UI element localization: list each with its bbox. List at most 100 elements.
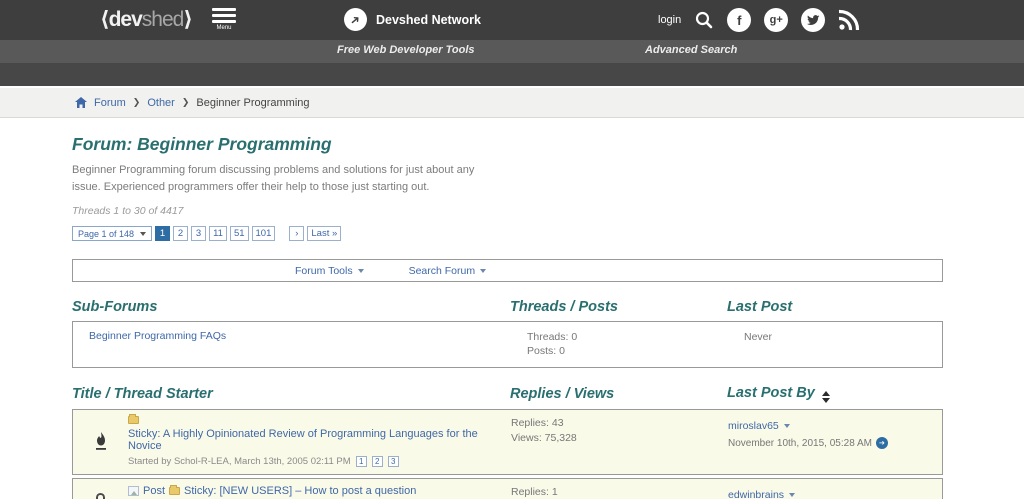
home-icon[interactable] xyxy=(75,97,87,108)
thread-last-post: miroslav65 November 10th, 2015, 05:28 AM… xyxy=(728,416,942,467)
subforum-row: Beginner Programming FAQs Threads: 0 Pos… xyxy=(72,321,943,368)
caret-down-icon xyxy=(357,268,364,273)
thread-title-link[interactable]: Sticky: A Highly Opinionated Review of P… xyxy=(128,414,511,452)
last-poster-name: miroslav65 xyxy=(728,420,779,432)
network-arrow-icon: ➜ xyxy=(344,8,367,31)
header-spacer-strip xyxy=(0,63,1024,88)
thread-last-post: edwinbrains May 26th, 2004, 03:10 PM ➔ xyxy=(728,485,942,499)
broken-image-icon xyxy=(128,486,139,496)
page-button-3[interactable]: 3 xyxy=(191,226,207,241)
page-button-11[interactable]: 11 xyxy=(209,226,227,241)
page-button-101[interactable]: 101 xyxy=(251,226,276,241)
subforum-last-post: Never xyxy=(744,331,773,343)
forum-tools-menu[interactable]: Forum Tools xyxy=(295,265,364,277)
thread-byline: Started by Schol-R-LEA, March 13th, 2005… xyxy=(128,456,511,467)
page-button-51[interactable]: 51 xyxy=(229,226,249,241)
lock-icon xyxy=(73,485,128,499)
thread-stats: Replies: 1 Views: 63,101 xyxy=(511,485,728,499)
hamburger-menu-icon[interactable]: Menu xyxy=(212,8,236,31)
facebook-icon[interactable]: f xyxy=(727,8,752,32)
logo-shed: shed xyxy=(141,8,185,31)
caret-down-icon xyxy=(480,268,487,273)
googleplus-icon[interactable]: g+ xyxy=(764,8,789,32)
caret-down-icon xyxy=(140,231,147,236)
menu-label: Menu xyxy=(216,25,232,31)
subforums-header-row: Sub-Forums Threads / Posts Last Post xyxy=(72,299,943,315)
page-button-2[interactable]: 2 xyxy=(173,226,189,241)
forum-description: Beginner Programming forum discussing pr… xyxy=(72,164,475,193)
chevron-right-icon: ❯ xyxy=(181,97,190,107)
breadcrumb-current: Beginner Programming xyxy=(196,96,310,109)
started-by-text: Started by Schol-R-LEA, March 13th, 2005… xyxy=(128,456,351,467)
thread-page-button[interactable]: 1 xyxy=(355,456,367,467)
page-button-1[interactable]: 1 xyxy=(155,226,171,241)
chevron-right-icon: ❯ xyxy=(132,97,141,107)
thread-row: Post Sticky: [NEW USERS] – How to post a… xyxy=(72,478,943,499)
hamburger-bar xyxy=(212,20,236,23)
twitter-icon[interactable] xyxy=(801,8,826,32)
search-forum-menu[interactable]: Search Forum xyxy=(409,265,487,277)
breadcrumb-other-link[interactable]: Other xyxy=(147,97,175,109)
subforum-threads-count: Threads: 0 xyxy=(527,331,578,343)
flame-icon xyxy=(73,416,128,467)
thread-title-text: Sticky: [NEW USERS] – How to post a ques… xyxy=(184,485,417,497)
subforums-heading: Sub-Forums xyxy=(72,299,158,315)
devshed-logo[interactable]: ⟨devshed⟩ xyxy=(100,7,193,32)
last-post-by-heading: Last Post By xyxy=(727,385,943,403)
thread-range-label: Threads 1 to 30 of 4417 xyxy=(72,205,184,217)
secondary-nav: Free Web Developer Tools Advanced Search xyxy=(0,40,1024,63)
threads-posts-heading: Threads / Posts xyxy=(510,299,618,315)
last-page-button[interactable]: Last » xyxy=(307,226,342,241)
hamburger-bar xyxy=(212,8,236,11)
caret-down-icon xyxy=(789,493,796,497)
next-page-button[interactable]: › xyxy=(289,226,305,241)
page-select-value: Page 1 of 148 xyxy=(78,228,135,239)
devshed-network-link[interactable]: ➜ Devshed Network xyxy=(344,8,481,31)
advanced-search-link[interactable]: Advanced Search xyxy=(645,44,737,56)
folder-icon xyxy=(128,414,139,424)
network-label: Devshed Network xyxy=(376,12,481,27)
thread-title-text: Sticky: A Highly Opinionated Review of P… xyxy=(128,428,478,452)
thread-stats: Replies: 43 Views: 75,328 xyxy=(511,416,728,467)
attachment-alt-text: Post xyxy=(143,485,166,497)
breadcrumb: Forum ❯ Other ❯ Beginner Programming xyxy=(0,88,1024,118)
page-title: Forum: Beginner Programming xyxy=(72,134,332,154)
thread-page-button[interactable]: 2 xyxy=(371,456,383,467)
search-forum-label: Search Forum xyxy=(408,264,476,277)
login-link[interactable]: login xyxy=(658,14,681,26)
views-count: Views: 75,328 xyxy=(511,431,577,444)
top-header: ⟨devshed⟩ Menu ➜ Devshed Network login f… xyxy=(0,0,1024,40)
last-post-date: November 10th, 2015, 05:28 AM xyxy=(728,437,872,449)
subforum-posts-count: Posts: 0 xyxy=(527,345,565,358)
forum-tools-label: Forum Tools xyxy=(295,264,353,277)
thread-title-link[interactable]: Post Sticky: [NEW USERS] – How to post a… xyxy=(128,485,511,497)
caret-down-icon xyxy=(783,424,790,428)
title-thread-starter-heading: Title / Thread Starter xyxy=(72,386,213,402)
last-poster-link[interactable]: miroslav65 xyxy=(728,420,790,432)
free-tools-link[interactable]: Free Web Developer Tools xyxy=(337,44,475,56)
thread-row: Sticky: A Highly Opinionated Review of P… xyxy=(72,409,943,475)
replies-views-heading: Replies / Views xyxy=(510,386,615,402)
page-select-dropdown[interactable]: Page 1 of 148 xyxy=(72,226,153,241)
last-poster-name: edwinbrains xyxy=(728,489,785,499)
search-icon[interactable] xyxy=(694,10,714,30)
thread-page-button[interactable]: 3 xyxy=(387,456,399,467)
logo-open: ⟨dev xyxy=(100,8,143,31)
last-poster-link[interactable]: edwinbrains xyxy=(728,489,796,499)
last-post-by-label: Last Post By xyxy=(727,385,815,401)
subforum-stats: Threads: 0 Posts: 0 xyxy=(527,330,744,367)
pagination: Page 1 of 148 1 2 3 11 51 101 › Last » xyxy=(72,226,943,241)
folder-icon xyxy=(169,485,181,495)
breadcrumb-forum-link[interactable]: Forum xyxy=(94,97,126,109)
hamburger-bar xyxy=(212,14,236,17)
replies-count: Replies: 43 xyxy=(511,417,564,429)
forum-toolbar: Forum Tools Search Forum xyxy=(72,259,943,282)
go-to-last-post-icon[interactable]: ➔ xyxy=(875,437,888,449)
sort-icon[interactable] xyxy=(821,391,830,403)
threads-header-row: Title / Thread Starter Replies / Views L… xyxy=(72,385,943,403)
last-post-heading: Last Post xyxy=(727,299,793,315)
replies-count: Replies: 1 xyxy=(511,486,558,498)
logo-close: ⟩ xyxy=(183,8,193,31)
rss-icon[interactable] xyxy=(838,9,860,31)
subforum-link[interactable]: Beginner Programming FAQs xyxy=(89,330,527,367)
